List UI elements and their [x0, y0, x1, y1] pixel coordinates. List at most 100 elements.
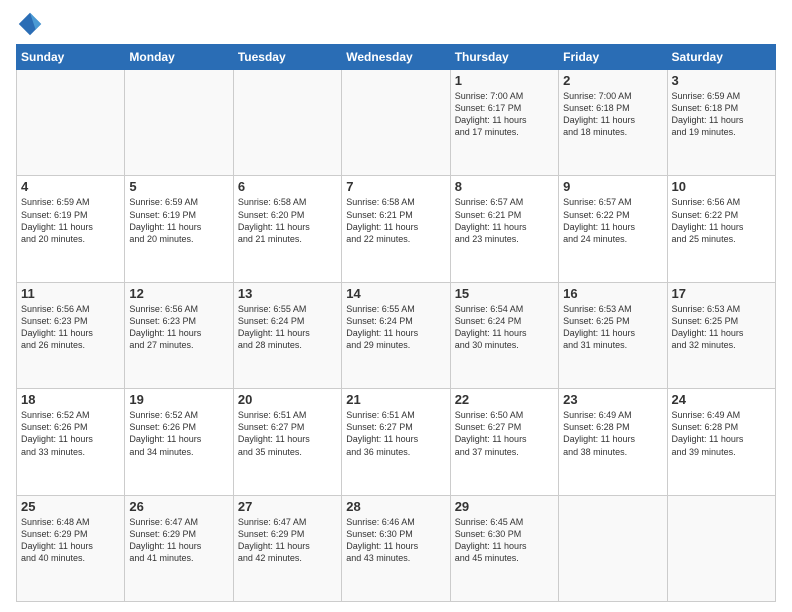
- day-info: Sunrise: 6:52 AMSunset: 6:26 PMDaylight:…: [129, 409, 228, 458]
- day-number: 6: [238, 179, 337, 194]
- day-info: Sunrise: 6:55 AMSunset: 6:24 PMDaylight:…: [238, 303, 337, 352]
- day-number: 4: [21, 179, 120, 194]
- day-info: Sunrise: 6:58 AMSunset: 6:21 PMDaylight:…: [346, 196, 445, 245]
- day-info: Sunrise: 6:45 AMSunset: 6:30 PMDaylight:…: [455, 516, 554, 565]
- col-wednesday: Wednesday: [342, 45, 450, 70]
- table-row: [342, 70, 450, 176]
- table-row: 29 Sunrise: 6:45 AMSunset: 6:30 PMDayligh…: [450, 495, 558, 601]
- day-info: Sunrise: 6:50 AMSunset: 6:27 PMDaylight:…: [455, 409, 554, 458]
- table-row: 2 Sunrise: 7:00 AMSunset: 6:18 PMDaylight…: [559, 70, 667, 176]
- day-info: Sunrise: 6:56 AMSunset: 6:23 PMDaylight:…: [21, 303, 120, 352]
- day-info: Sunrise: 6:59 AMSunset: 6:19 PMDaylight:…: [129, 196, 228, 245]
- day-info: Sunrise: 6:56 AMSunset: 6:23 PMDaylight:…: [129, 303, 228, 352]
- table-row: 23 Sunrise: 6:49 AMSunset: 6:28 PMDayligh…: [559, 389, 667, 495]
- table-row: 25 Sunrise: 6:48 AMSunset: 6:29 PMDayligh…: [17, 495, 125, 601]
- day-info: Sunrise: 6:49 AMSunset: 6:28 PMDaylight:…: [563, 409, 662, 458]
- table-row: 10 Sunrise: 6:56 AMSunset: 6:22 PMDayligh…: [667, 176, 775, 282]
- table-row: 16 Sunrise: 6:53 AMSunset: 6:25 PMDayligh…: [559, 282, 667, 388]
- day-info: Sunrise: 6:55 AMSunset: 6:24 PMDaylight:…: [346, 303, 445, 352]
- day-info: Sunrise: 6:56 AMSunset: 6:22 PMDaylight:…: [672, 196, 771, 245]
- page: Sunday Monday Tuesday Wednesday Thursday…: [0, 0, 792, 612]
- day-number: 7: [346, 179, 445, 194]
- logo: [16, 10, 48, 38]
- table-row: 20Sunrise: 6:51 AMSunset: 6:27 PMDayligh…: [233, 389, 341, 495]
- col-monday: Monday: [125, 45, 233, 70]
- day-info: Sunrise: 6:46 AMSunset: 6:30 PMDaylight:…: [346, 516, 445, 565]
- calendar-week-4: 18 Sunrise: 6:52 AMSunset: 6:26 PMDayligh…: [17, 389, 776, 495]
- day-number: 25: [21, 499, 120, 514]
- table-row: 18 Sunrise: 6:52 AMSunset: 6:26 PMDayligh…: [17, 389, 125, 495]
- day-info: Sunrise: 6:51 AMSunset: 6:27 PMDaylight:…: [346, 409, 445, 458]
- calendar-week-5: 25 Sunrise: 6:48 AMSunset: 6:29 PMDayligh…: [17, 495, 776, 601]
- day-number: 8: [455, 179, 554, 194]
- calendar-week-1: 1 Sunrise: 7:00 AMSunset: 6:17 PMDaylight…: [17, 70, 776, 176]
- day-info: Sunrise: 6:59 AMSunset: 6:18 PMDaylight:…: [672, 90, 771, 139]
- day-number: 12: [129, 286, 228, 301]
- table-row: 9 Sunrise: 6:57 AMSunset: 6:22 PMDaylight…: [559, 176, 667, 282]
- day-number: 29: [455, 499, 554, 514]
- day-info: Sunrise: 6:53 AMSunset: 6:25 PMDaylight:…: [672, 303, 771, 352]
- day-info: Sunrise: 6:48 AMSunset: 6:29 PMDaylight:…: [21, 516, 120, 565]
- table-row: 7 Sunrise: 6:58 AMSunset: 6:21 PMDaylight…: [342, 176, 450, 282]
- day-info: Sunrise: 7:00 AMSunset: 6:18 PMDaylight:…: [563, 90, 662, 139]
- day-number: 9: [563, 179, 662, 194]
- table-row: [125, 70, 233, 176]
- header-row: Sunday Monday Tuesday Wednesday Thursday…: [17, 45, 776, 70]
- logo-icon: [16, 10, 44, 38]
- header: [16, 10, 776, 38]
- table-row: 14 Sunrise: 6:55 AMSunset: 6:24 PMDayligh…: [342, 282, 450, 388]
- table-row: 24Sunrise: 6:49 AMSunset: 6:28 PMDayligh…: [667, 389, 775, 495]
- day-number: 23: [563, 392, 662, 407]
- table-row: [667, 495, 775, 601]
- day-info: Sunrise: 6:47 AMSunset: 6:29 PMDaylight:…: [238, 516, 337, 565]
- day-number: 2: [563, 73, 662, 88]
- col-friday: Friday: [559, 45, 667, 70]
- col-saturday: Saturday: [667, 45, 775, 70]
- day-info: Sunrise: 6:52 AMSunset: 6:26 PMDaylight:…: [21, 409, 120, 458]
- table-row: 19 Sunrise: 6:52 AMSunset: 6:26 PMDayligh…: [125, 389, 233, 495]
- day-number: 13: [238, 286, 337, 301]
- day-number: 21: [346, 392, 445, 407]
- table-row: 22 Sunrise: 6:50 AMSunset: 6:27 PMDayligh…: [450, 389, 558, 495]
- table-row: 3 Sunrise: 6:59 AMSunset: 6:18 PMDaylight…: [667, 70, 775, 176]
- table-row: [559, 495, 667, 601]
- day-number: 20: [238, 392, 337, 407]
- table-row: 6 Sunrise: 6:58 AMSunset: 6:20 PMDaylight…: [233, 176, 341, 282]
- day-number: 10: [672, 179, 771, 194]
- table-row: 21 Sunrise: 6:51 AMSunset: 6:27 PMDayligh…: [342, 389, 450, 495]
- day-number: 14: [346, 286, 445, 301]
- day-number: 16: [563, 286, 662, 301]
- table-row: 27 Sunrise: 6:47 AMSunset: 6:29 PMDayligh…: [233, 495, 341, 601]
- day-info: Sunrise: 6:59 AMSunset: 6:19 PMDaylight:…: [21, 196, 120, 245]
- table-row: [233, 70, 341, 176]
- table-row: 4 Sunrise: 6:59 AMSunset: 6:19 PMDaylight…: [17, 176, 125, 282]
- day-number: 17: [672, 286, 771, 301]
- table-row: 8 Sunrise: 6:57 AMSunset: 6:21 PMDaylight…: [450, 176, 558, 282]
- day-info: Sunrise: 7:00 AMSunset: 6:17 PMDaylight:…: [455, 90, 554, 139]
- day-number: 18: [21, 392, 120, 407]
- day-number: 22: [455, 392, 554, 407]
- table-row: 13 Sunrise: 6:55 AMSunset: 6:24 PMDayligh…: [233, 282, 341, 388]
- day-info: Sunrise: 6:58 AMSunset: 6:20 PMDaylight:…: [238, 196, 337, 245]
- table-row: 5 Sunrise: 6:59 AMSunset: 6:19 PMDaylight…: [125, 176, 233, 282]
- day-number: 5: [129, 179, 228, 194]
- day-info: Sunrise: 6:57 AMSunset: 6:21 PMDaylight:…: [455, 196, 554, 245]
- day-number: 19: [129, 392, 228, 407]
- day-number: 11: [21, 286, 120, 301]
- day-number: 3: [672, 73, 771, 88]
- table-row: 1 Sunrise: 7:00 AMSunset: 6:17 PMDaylight…: [450, 70, 558, 176]
- day-number: 26: [129, 499, 228, 514]
- day-info: Sunrise: 6:53 AMSunset: 6:25 PMDaylight:…: [563, 303, 662, 352]
- col-tuesday: Tuesday: [233, 45, 341, 70]
- day-number: 28: [346, 499, 445, 514]
- calendar-week-2: 4 Sunrise: 6:59 AMSunset: 6:19 PMDaylight…: [17, 176, 776, 282]
- table-row: 11 Sunrise: 6:56 AMSunset: 6:23 PMDayligh…: [17, 282, 125, 388]
- day-info: Sunrise: 6:57 AMSunset: 6:22 PMDaylight:…: [563, 196, 662, 245]
- day-number: 1: [455, 73, 554, 88]
- table-row: 17 Sunrise: 6:53 AMSunset: 6:25 PMDayligh…: [667, 282, 775, 388]
- table-row: [17, 70, 125, 176]
- table-row: 12 Sunrise: 6:56 AMSunset: 6:23 PMDayligh…: [125, 282, 233, 388]
- day-number: 24: [672, 392, 771, 407]
- col-sunday: Sunday: [17, 45, 125, 70]
- day-number: 27: [238, 499, 337, 514]
